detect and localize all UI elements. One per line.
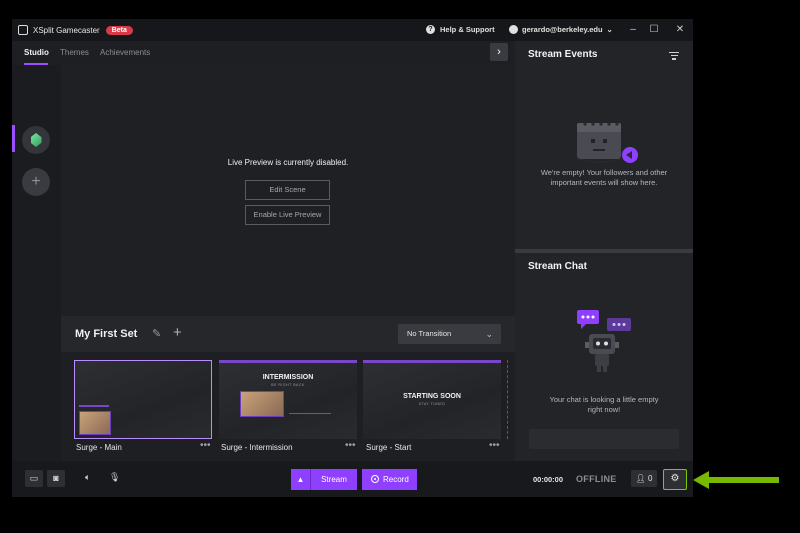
help-icon: ? [426, 25, 435, 34]
chat-robot-icon [577, 310, 631, 372]
title-bar: XSplit Gamecaster Beta ? Help & Support … [12, 19, 693, 41]
overlay-bar [79, 405, 109, 407]
stream-chat-panel: Stream Chat Your chat is looking a littl… [515, 253, 693, 461]
record-button[interactable]: Record [362, 469, 417, 490]
chat-empty-line2: right now! [587, 405, 621, 414]
overlay-subtitle: BE RIGHT BACK [271, 383, 305, 387]
screenshot-button[interactable]: ◙ [47, 470, 65, 487]
scene-label: Surge - Intermission [221, 443, 293, 452]
plus-icon[interactable]: + [173, 324, 182, 341]
microphone-icon[interactable]: 🎙︎ [109, 472, 120, 483]
scene-thumbnail-main[interactable] [74, 360, 212, 439]
scene-set-title: My First Set [75, 328, 138, 340]
user-icon [509, 25, 518, 34]
overlay-title: STARTING SOON [403, 393, 461, 400]
app-window: XSplit Gamecaster Beta ? Help & Support … [12, 19, 693, 497]
webcam-frame [79, 411, 111, 435]
viewer-count-button[interactable]: 👤︎ 0 [631, 470, 657, 487]
webcam-frame [240, 391, 284, 417]
bottom-toolbar: ▭ ◙ 🔈︎ 🎙︎ ▲ Stream Record 00:00:00 OFFLI… [12, 461, 693, 497]
device-icon: ▭ [29, 473, 39, 483]
arrow-left-icon [693, 471, 779, 489]
chevron-up-icon: ▲ [296, 475, 305, 484]
app-logo-icon [18, 25, 28, 35]
scene-thumbnail-intermission[interactable]: INTERMISSION BE RIGHT BACK [219, 360, 357, 439]
user-menu[interactable]: gerardo@berkeley.edu ⌄ [509, 25, 613, 34]
chat-input[interactable] [529, 429, 679, 449]
enable-live-preview-button[interactable]: Enable Live Preview [245, 205, 330, 225]
chat-empty-line1: Your chat is looking a little empty [549, 395, 659, 404]
maximize-button[interactable]: ☐ [646, 23, 662, 37]
gear-icon: ⚙ [670, 473, 680, 484]
stream-events-panel: Stream Events We're empty! Your follower… [515, 41, 693, 249]
main-tabs: Studio Themes Achievements [12, 41, 515, 65]
volume-icon[interactable]: 🔈︎ [85, 472, 90, 483]
device-button[interactable]: ▭ [25, 470, 43, 487]
viewer-count: 0 [647, 474, 653, 483]
edit-scene-button[interactable]: Edit Scene [245, 180, 330, 200]
live-preview-area: Live Preview is currently disabled. Edit… [61, 65, 515, 316]
overlay-title: INTERMISSION [262, 374, 314, 381]
overlay-bar [289, 413, 331, 414]
scene-label: Surge - Start [366, 443, 412, 452]
collapse-panel-button[interactable]: › [490, 43, 508, 61]
scene-set-bar: My First Set ✎ + No Transition ⌄ [61, 316, 515, 352]
tab-themes[interactable]: Themes [60, 48, 89, 57]
record-label: Record [383, 475, 409, 484]
scene-thumbnails: Surge - Main ••• INTERMISSION BE RIGHT B… [61, 352, 515, 461]
help-support-link[interactable]: ? Help & Support [426, 25, 495, 34]
close-button[interactable]: ✕ [672, 23, 688, 37]
scene-set-sidebar: + [12, 65, 61, 461]
user-email: gerardo@berkeley.edu [522, 25, 603, 34]
beta-badge: Beta [105, 25, 133, 35]
pencil-icon[interactable]: ✎ [152, 327, 161, 340]
chevron-down-icon: ⌄ [606, 25, 613, 34]
scene-label: Surge - Main [76, 443, 122, 452]
stream-events-title: Stream Events [528, 49, 598, 60]
record-icon [371, 475, 379, 483]
tab-achievements[interactable]: Achievements [100, 48, 150, 57]
stream-status: OFFLINE [576, 474, 617, 484]
stream-chat-title: Stream Chat [528, 261, 587, 272]
chevron-right-icon: › [497, 46, 501, 58]
scene-more-icon[interactable]: ••• [489, 440, 500, 451]
scene-more-icon[interactable]: ••• [200, 440, 211, 451]
calendar-icon [577, 122, 638, 163]
next-scene-peek [507, 360, 515, 439]
scene-more-icon[interactable]: ••• [345, 440, 356, 451]
events-empty-line1: We're empty! Your followers and other [540, 168, 668, 177]
transition-value: No Transition [407, 329, 452, 338]
camera-icon: ◙ [53, 473, 59, 483]
tab-studio[interactable]: Studio [24, 48, 49, 57]
stream-button[interactable]: Stream [311, 469, 357, 490]
transition-select[interactable]: No Transition ⌄ [398, 324, 501, 344]
stream-options-button[interactable]: ▲ [291, 469, 311, 490]
viewers-icon: 👤︎ [635, 474, 646, 483]
add-set-button[interactable]: + [22, 168, 50, 196]
scene-thumbnail-start[interactable]: STARTING SOON STAY TUNED [363, 360, 501, 439]
settings-button[interactable]: ⚙ [663, 469, 687, 490]
app-title: XSplit Gamecaster [33, 25, 100, 35]
active-set-indicator [12, 125, 15, 152]
stream-controls: ▲ Stream [291, 469, 357, 490]
help-label: Help & Support [440, 25, 495, 34]
filter-icon[interactable] [669, 52, 679, 62]
gem-icon [30, 133, 42, 147]
events-empty-line2: important events will show here. [550, 178, 658, 187]
stream-timer: 00:00:00 [533, 475, 564, 484]
overlay-subtitle: STAY TUNED [418, 402, 446, 406]
scene-set-button[interactable] [22, 126, 50, 154]
chevron-down-icon: ⌄ [485, 329, 493, 339]
minimize-button[interactable]: – [625, 23, 641, 37]
preview-disabled-message: Live Preview is currently disabled. [227, 158, 349, 167]
